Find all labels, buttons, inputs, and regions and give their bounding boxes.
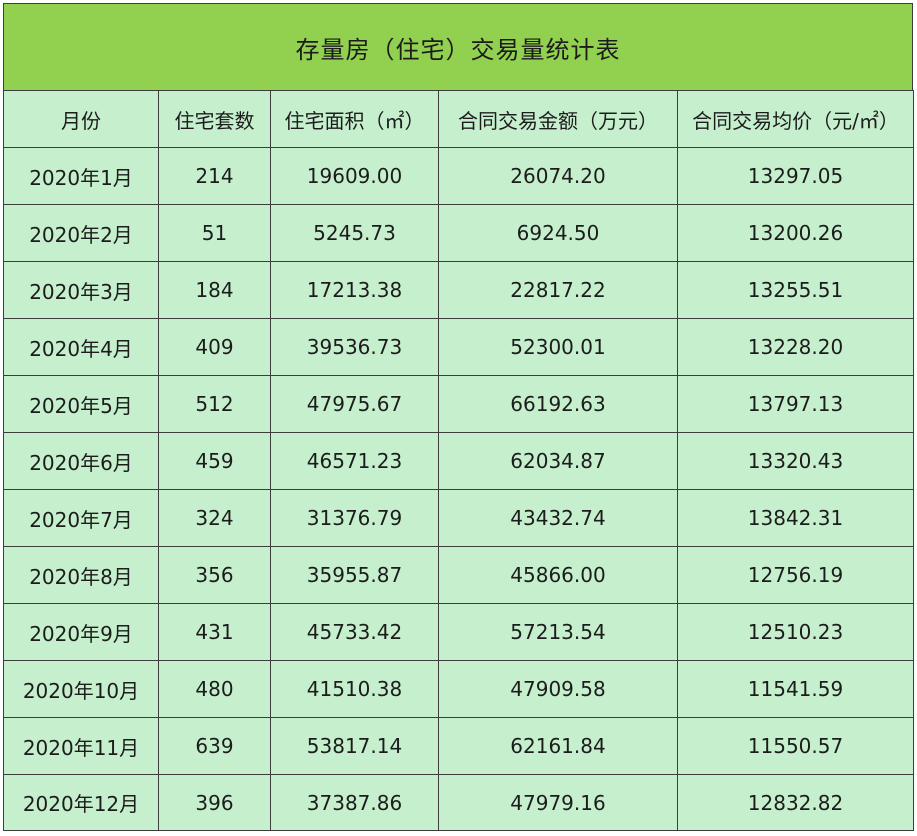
cell-units: 396 <box>158 774 271 831</box>
cell-avg-price: 13297.05 <box>677 147 914 205</box>
column-header-units: 住宅套数 <box>158 90 271 148</box>
cell-month: 2020年7月 <box>3 489 159 547</box>
cell-units: 409 <box>158 318 271 376</box>
table-row: 2020年11月 639 53817.14 62161.84 11550.57 <box>3 717 914 775</box>
column-header-month: 月份 <box>3 90 159 148</box>
table-row: 2020年6月 459 46571.23 62034.87 13320.43 <box>3 432 914 490</box>
table-body: 2020年1月 214 19609.00 26074.20 13297.05 2020年2… <box>3 147 914 831</box>
cell-month: 2020年5月 <box>3 375 159 433</box>
cell-area: 45733.42 <box>270 603 439 661</box>
table-title: 存量房（住宅）交易量统计表 <box>3 3 913 91</box>
cell-amount: 66192.63 <box>438 375 678 433</box>
table-row: 2020年4月 409 39536.73 52300.01 13228.20 <box>3 318 914 376</box>
cell-month: 2020年11月 <box>3 717 159 775</box>
table-row: 2020年3月 184 17213.38 22817.22 13255.51 <box>3 261 914 319</box>
table-row: 2020年9月 431 45733.42 57213.54 12510.23 <box>3 603 914 661</box>
cell-units: 184 <box>158 261 271 319</box>
cell-amount: 52300.01 <box>438 318 678 376</box>
cell-avg-price: 13320.43 <box>677 432 914 490</box>
cell-month: 2020年8月 <box>3 546 159 604</box>
cell-amount: 26074.20 <box>438 147 678 205</box>
cell-month: 2020年3月 <box>3 261 159 319</box>
cell-amount: 6924.50 <box>438 204 678 262</box>
table-row: 2020年7月 324 31376.79 43432.74 13842.31 <box>3 489 914 547</box>
table-row: 2020年1月 214 19609.00 26074.20 13297.05 <box>3 147 914 205</box>
cell-area: 5245.73 <box>270 204 439 262</box>
cell-area: 53817.14 <box>270 717 439 775</box>
cell-month: 2020年9月 <box>3 603 159 661</box>
cell-avg-price: 13200.26 <box>677 204 914 262</box>
cell-month: 2020年10月 <box>3 660 159 718</box>
cell-month: 2020年6月 <box>3 432 159 490</box>
table-row: 2020年12月 396 37387.86 47979.16 12832.82 <box>3 774 914 831</box>
cell-units: 459 <box>158 432 271 490</box>
cell-amount: 45866.00 <box>438 546 678 604</box>
cell-area: 35955.87 <box>270 546 439 604</box>
cell-units: 431 <box>158 603 271 661</box>
column-header-amount: 合同交易金额（万元） <box>438 90 678 148</box>
column-header-avg-price: 合同交易均价（元/㎡） <box>677 90 914 148</box>
column-header-area: 住宅面积（㎡） <box>270 90 439 148</box>
cell-area: 47975.67 <box>270 375 439 433</box>
cell-units: 639 <box>158 717 271 775</box>
cell-area: 19609.00 <box>270 147 439 205</box>
cell-avg-price: 13842.31 <box>677 489 914 547</box>
cell-avg-price: 13255.51 <box>677 261 914 319</box>
cell-avg-price: 12756.19 <box>677 546 914 604</box>
cell-units: 51 <box>158 204 271 262</box>
cell-area: 17213.38 <box>270 261 439 319</box>
cell-amount: 62161.84 <box>438 717 678 775</box>
data-table: 月份 住宅套数 住宅面积（㎡） 合同交易金额（万元） 合同交易均价（元/㎡） 2… <box>3 90 914 831</box>
cell-avg-price: 12510.23 <box>677 603 914 661</box>
table-row: 2020年8月 356 35955.87 45866.00 12756.19 <box>3 546 914 604</box>
cell-amount: 47979.16 <box>438 774 678 831</box>
cell-area: 39536.73 <box>270 318 439 376</box>
cell-amount: 62034.87 <box>438 432 678 490</box>
cell-month: 2020年12月 <box>3 774 159 831</box>
cell-units: 324 <box>158 489 271 547</box>
table-row: 2020年2月 51 5245.73 6924.50 13200.26 <box>3 204 914 262</box>
cell-amount: 57213.54 <box>438 603 678 661</box>
cell-units: 214 <box>158 147 271 205</box>
cell-area: 31376.79 <box>270 489 439 547</box>
cell-amount: 22817.22 <box>438 261 678 319</box>
table-row: 2020年5月 512 47975.67 66192.63 13797.13 <box>3 375 914 433</box>
cell-avg-price: 12832.82 <box>677 774 914 831</box>
table-row: 2020年10月 480 41510.38 47909.58 11541.59 <box>3 660 914 718</box>
cell-amount: 47909.58 <box>438 660 678 718</box>
cell-avg-price: 13228.20 <box>677 318 914 376</box>
cell-amount: 43432.74 <box>438 489 678 547</box>
cell-units: 356 <box>158 546 271 604</box>
cell-area: 46571.23 <box>270 432 439 490</box>
cell-avg-price: 11550.57 <box>677 717 914 775</box>
cell-area: 41510.38 <box>270 660 439 718</box>
cell-month: 2020年4月 <box>3 318 159 376</box>
cell-month: 2020年1月 <box>3 147 159 205</box>
cell-avg-price: 11541.59 <box>677 660 914 718</box>
cell-units: 480 <box>158 660 271 718</box>
cell-month: 2020年2月 <box>3 204 159 262</box>
cell-area: 37387.86 <box>270 774 439 831</box>
cell-avg-price: 13797.13 <box>677 375 914 433</box>
cell-units: 512 <box>158 375 271 433</box>
statistics-sheet: 存量房（住宅）交易量统计表 月份 住宅套数 住宅面积（㎡） 合同交易金额（万元）… <box>0 0 914 836</box>
header-row: 月份 住宅套数 住宅面积（㎡） 合同交易金额（万元） 合同交易均价（元/㎡） <box>3 90 914 148</box>
